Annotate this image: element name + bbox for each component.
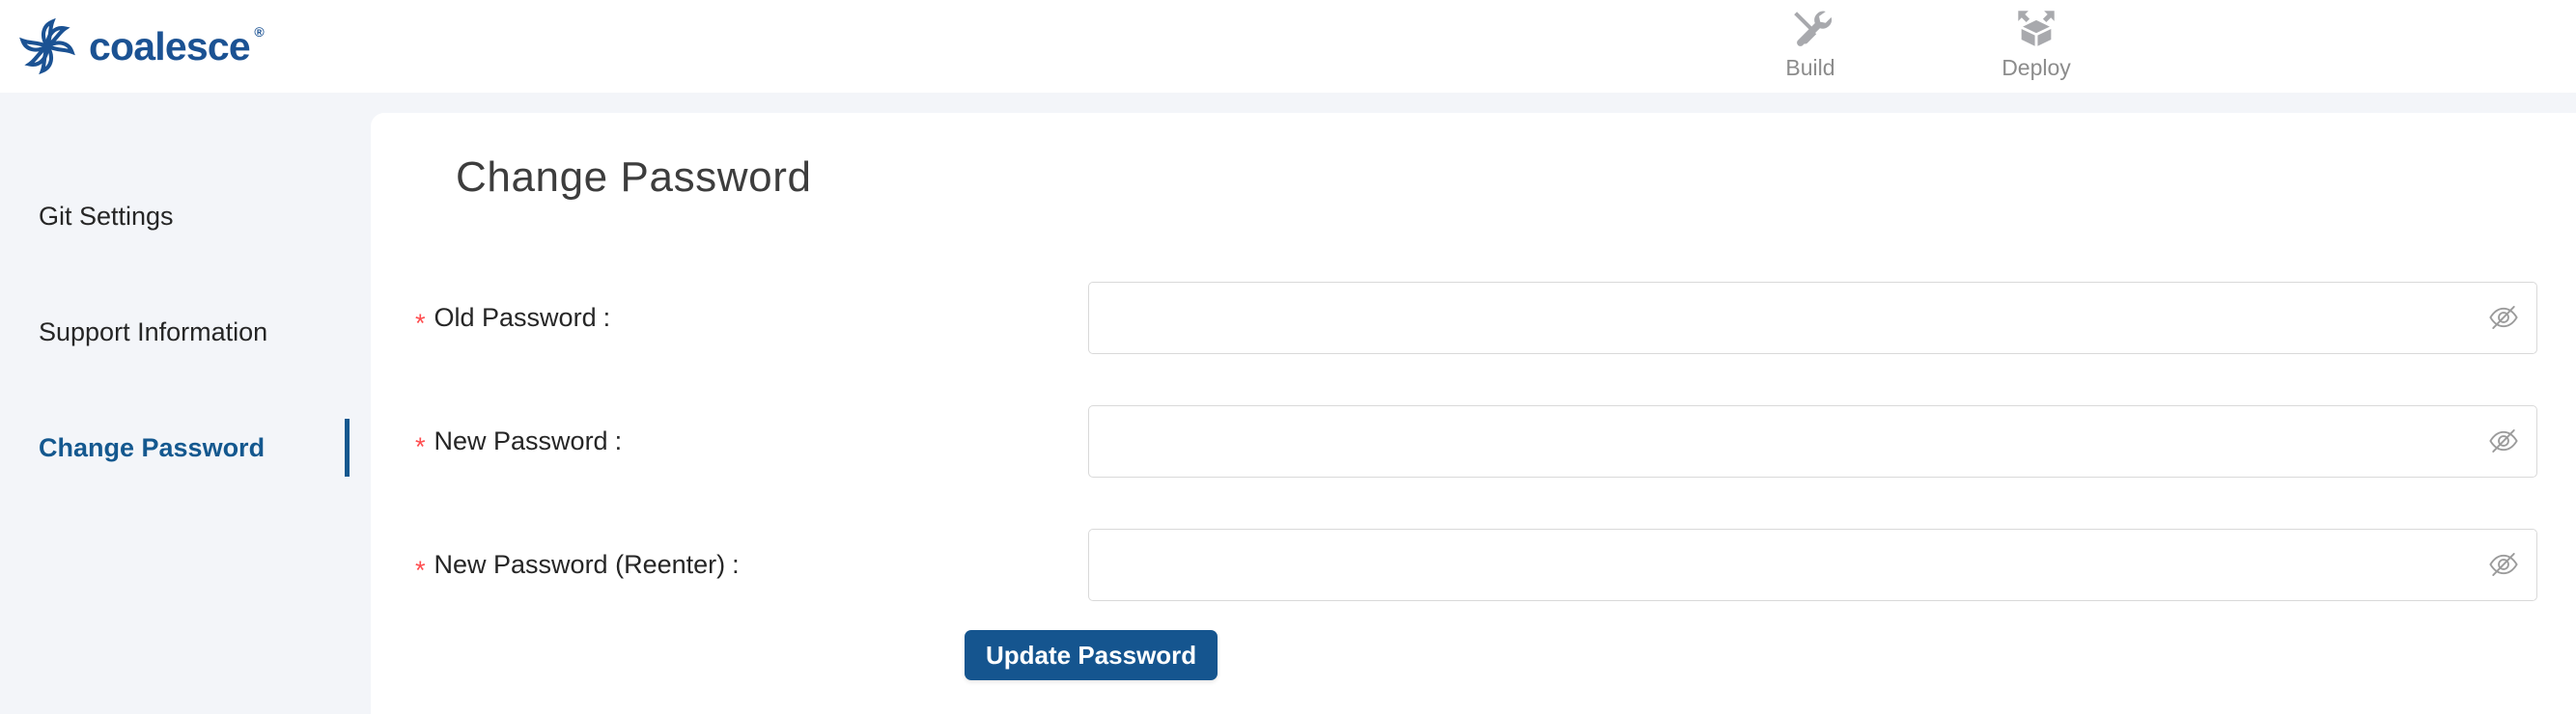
required-marker-icon: * [415,431,426,461]
top-header: coalesce ® Build Deploy [0,0,2576,93]
form-actions: Update Password [371,626,2576,713]
label-colon: : [614,426,623,455]
header-nav: Build Deploy [1757,6,2089,80]
sidebar-item-label: Support Information [39,316,268,346]
deploy-box-arrows-icon [2014,6,2058,50]
form-row-new-password-reenter: * New Password (Reenter) : [371,503,2576,626]
old-password-label: * Old Password : [415,302,611,337]
label-colon: : [732,549,740,579]
settings-sidebar: Git Settings Support Information Change … [0,93,371,714]
new-password-reenter-label: * New Password (Reenter) : [415,549,740,584]
sidebar-item-label: Change Password [39,432,266,462]
eye-slash-icon[interactable] [2487,301,2520,334]
new-password-label: * New Password : [415,426,623,460]
label-colon: : [602,302,611,332]
active-item-indicator [345,419,350,477]
old-password-label-text: Old Password [434,302,597,332]
sidebar-item-change-password[interactable]: Change Password [0,409,371,486]
eye-slash-icon[interactable] [2487,425,2520,457]
new-password-reenter-label-text: New Password (Reenter) [434,549,726,579]
required-marker-icon: * [415,308,426,338]
wrench-screwdriver-icon [1788,6,1833,50]
nav-item-build[interactable]: Build [1757,6,1863,80]
sidebar-item-git-settings[interactable]: Git Settings [0,178,371,255]
new-password-label-text: New Password [434,426,608,455]
app-root: coalesce ® Build Deploy Git Settings Sup… [0,0,2576,714]
form-row-old-password: * Old Password : [371,256,2576,379]
old-password-field-wrap [1088,281,2537,354]
form-row-new-password: * New Password : [371,379,2576,503]
sidebar-item-label: Git Settings [39,201,174,231]
coalesce-pinwheel-logo-icon [19,18,75,74]
new-password-reenter-field-wrap [1088,528,2537,601]
registered-trademark-icon: ® [254,23,264,40]
new-password-field-wrap [1088,404,2537,478]
required-marker-icon: * [415,555,426,585]
brand-name-text: coalesce [89,23,251,69]
nav-item-build-label: Build [1785,55,1835,80]
brand-name: coalesce ® [89,23,265,69]
update-password-button[interactable]: Update Password [965,630,1218,680]
page-title: Change Password [456,153,812,201]
nav-item-deploy[interactable]: Deploy [1983,6,2089,80]
old-password-input[interactable] [1088,281,2537,354]
new-password-reenter-input[interactable] [1088,528,2537,601]
eye-slash-icon[interactable] [2487,548,2520,581]
sidebar-item-support-information[interactable]: Support Information [0,293,371,371]
change-password-form: * Old Password : * New Password: * New … [371,256,2576,713]
new-password-input[interactable] [1088,404,2537,478]
nav-item-deploy-label: Deploy [2002,55,2071,80]
content-card: Change Password * Old Password : * New P… [371,113,2576,714]
brand-logo[interactable]: coalesce ® [19,12,265,81]
